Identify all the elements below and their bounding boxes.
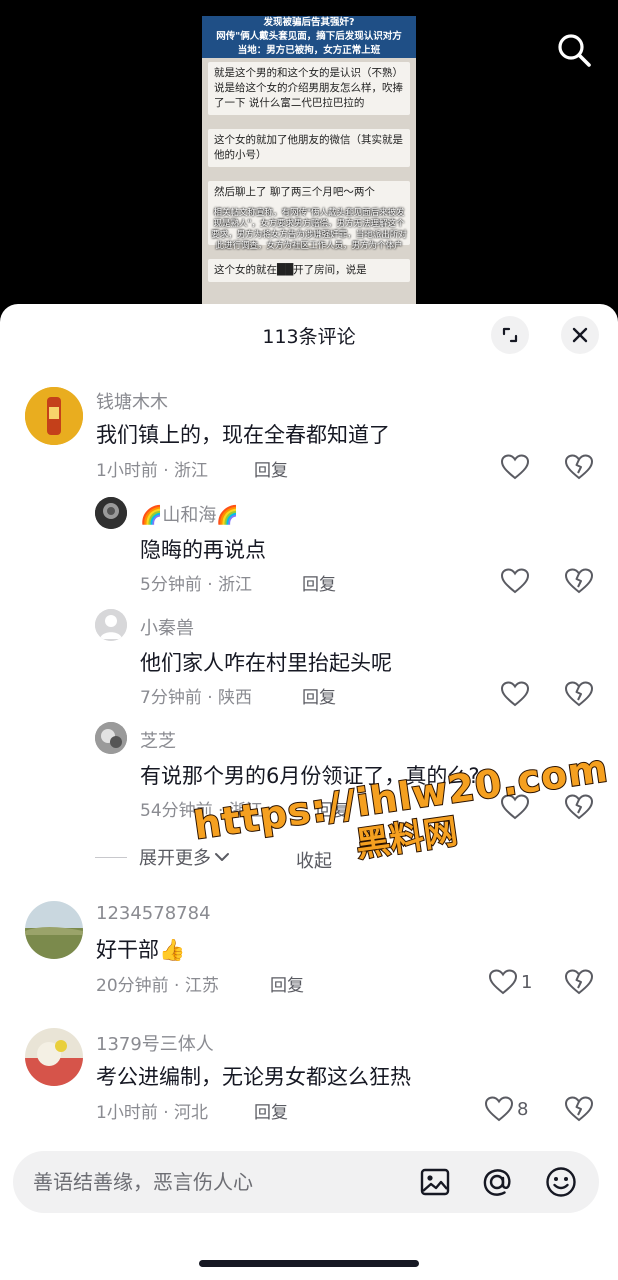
heart-icon [501, 454, 529, 480]
comment-text: 隐晦的再说点 [140, 538, 266, 562]
avatar[interactable] [25, 901, 83, 959]
comment-meta: 20分钟前 · 江苏 [96, 976, 219, 996]
home-indicator [199, 1260, 419, 1267]
avatar-image-icon [25, 387, 83, 445]
broken-heart-icon [564, 969, 594, 995]
video-subtitle-overlay: 相关帖文称宣称，有网传"俩人戴头套见面后来被发现是熟人"，女方要求男方赔偿，男方… [211, 208, 407, 251]
default-avatar-icon [95, 609, 127, 641]
emoji-icon [546, 1167, 576, 1197]
heart-icon [485, 1096, 513, 1122]
video-frame[interactable]: 发现被骗后告其强奸? 网传"俩人戴头套见面，摘下后发现认识对方 当地：男方已被拘… [202, 16, 416, 316]
avatar[interactable] [95, 497, 127, 529]
broken-heart-icon [564, 1096, 594, 1122]
video-player[interactable]: 发现被骗后告其强奸? 网传"俩人戴头套见面，摘下后发现认识对方 当地：男方已被拘… [0, 0, 618, 316]
comment-author[interactable]: 钱塘木木 [96, 388, 168, 414]
comment-input-bar [13, 1151, 599, 1213]
search-icon [558, 34, 591, 67]
comment-input[interactable] [33, 1151, 413, 1213]
search-button[interactable] [554, 30, 594, 70]
avatar[interactable] [95, 609, 127, 641]
broken-heart-icon [564, 568, 594, 594]
mention-button[interactable] [479, 1164, 515, 1200]
like-count: 8 [517, 1098, 529, 1120]
comment-author[interactable]: 芝芝 [140, 727, 176, 753]
comment-text: 我们镇上的，现在全春都知道了 [96, 423, 390, 447]
reply-button[interactable]: 回复 [270, 971, 304, 996]
comment-meta: 7分钟前 · 陕西 [140, 688, 253, 708]
video-text-card: 就是这个男的和这个女的是认识（不熟）说是给这个女的介绍男朋友怎么样，吹捧了一下 … [208, 62, 410, 115]
heart-icon [501, 681, 529, 707]
dislike-button[interactable] [564, 681, 594, 711]
dislike-button[interactable] [564, 969, 594, 999]
comment-author[interactable]: 1234578784 [96, 903, 211, 924]
comment-meta: 1小时前 · 河北 [96, 1103, 209, 1123]
comment-text: 考公进编制，无论男女都这么狂热 [96, 1065, 411, 1089]
close-button[interactable] [561, 316, 599, 354]
video-banner-title: 发现被骗后告其强奸? [202, 16, 416, 30]
image-button[interactable] [417, 1164, 453, 1200]
comment-author[interactable]: 🌈山和海🌈 [140, 501, 239, 527]
like-button[interactable]: 1 [489, 969, 532, 995]
reply-button[interactable]: 回复 [302, 570, 336, 595]
at-mention-icon [483, 1169, 511, 1196]
avatar-image-icon [95, 497, 127, 529]
video-banner-subtitle: 网传"俩人戴头套见面，摘下后发现认识对方 [202, 30, 416, 44]
reply-button[interactable]: 回复 [254, 1098, 288, 1123]
comment-text: 他们家人咋在村里抬起头呢 [140, 651, 392, 675]
video-banner-caption: 当地：男方已被拘，女方正常上班 [202, 44, 416, 58]
like-count: 1 [521, 971, 533, 993]
avatar[interactable] [95, 722, 127, 754]
dislike-button[interactable] [564, 1096, 594, 1126]
avatar[interactable] [25, 387, 83, 445]
reply-button[interactable]: 回复 [254, 456, 288, 481]
divider-line [95, 856, 127, 858]
comment-meta: 5分钟前 · 浙江 [140, 575, 253, 595]
comment-author[interactable]: 1379号三体人 [96, 1030, 214, 1056]
broken-heart-icon [564, 681, 594, 707]
heart-icon [501, 568, 529, 594]
comment-text: 好干部👍 [96, 938, 186, 962]
broken-heart-icon [564, 454, 594, 480]
comment-author[interactable]: 小秦兽 [140, 614, 194, 640]
like-button[interactable] [501, 454, 533, 480]
avatar[interactable] [25, 1028, 83, 1086]
video-text-card: 这个女的就加了他朋友的微信（其实就是他的小号） [208, 129, 410, 167]
like-button[interactable]: 8 [485, 1096, 528, 1122]
like-button[interactable] [501, 568, 533, 594]
avatar-image-icon [25, 901, 83, 959]
heart-icon [489, 969, 517, 995]
avatar-image-icon [95, 722, 127, 754]
image-icon [420, 1168, 450, 1196]
expand-icon [502, 327, 518, 343]
expand-sheet-button[interactable] [491, 316, 529, 354]
dislike-button[interactable] [564, 568, 594, 598]
like-button[interactable] [501, 681, 533, 707]
comment-meta: 1小时前 · 浙江 [96, 461, 209, 481]
video-text-card: 这个女的就在██开了房间，说是 [208, 259, 410, 282]
emoji-button[interactable] [543, 1164, 579, 1200]
dislike-button[interactable] [564, 454, 594, 484]
close-icon [572, 327, 588, 343]
avatar-image-icon [25, 1028, 83, 1086]
reply-button[interactable]: 回复 [302, 683, 336, 708]
